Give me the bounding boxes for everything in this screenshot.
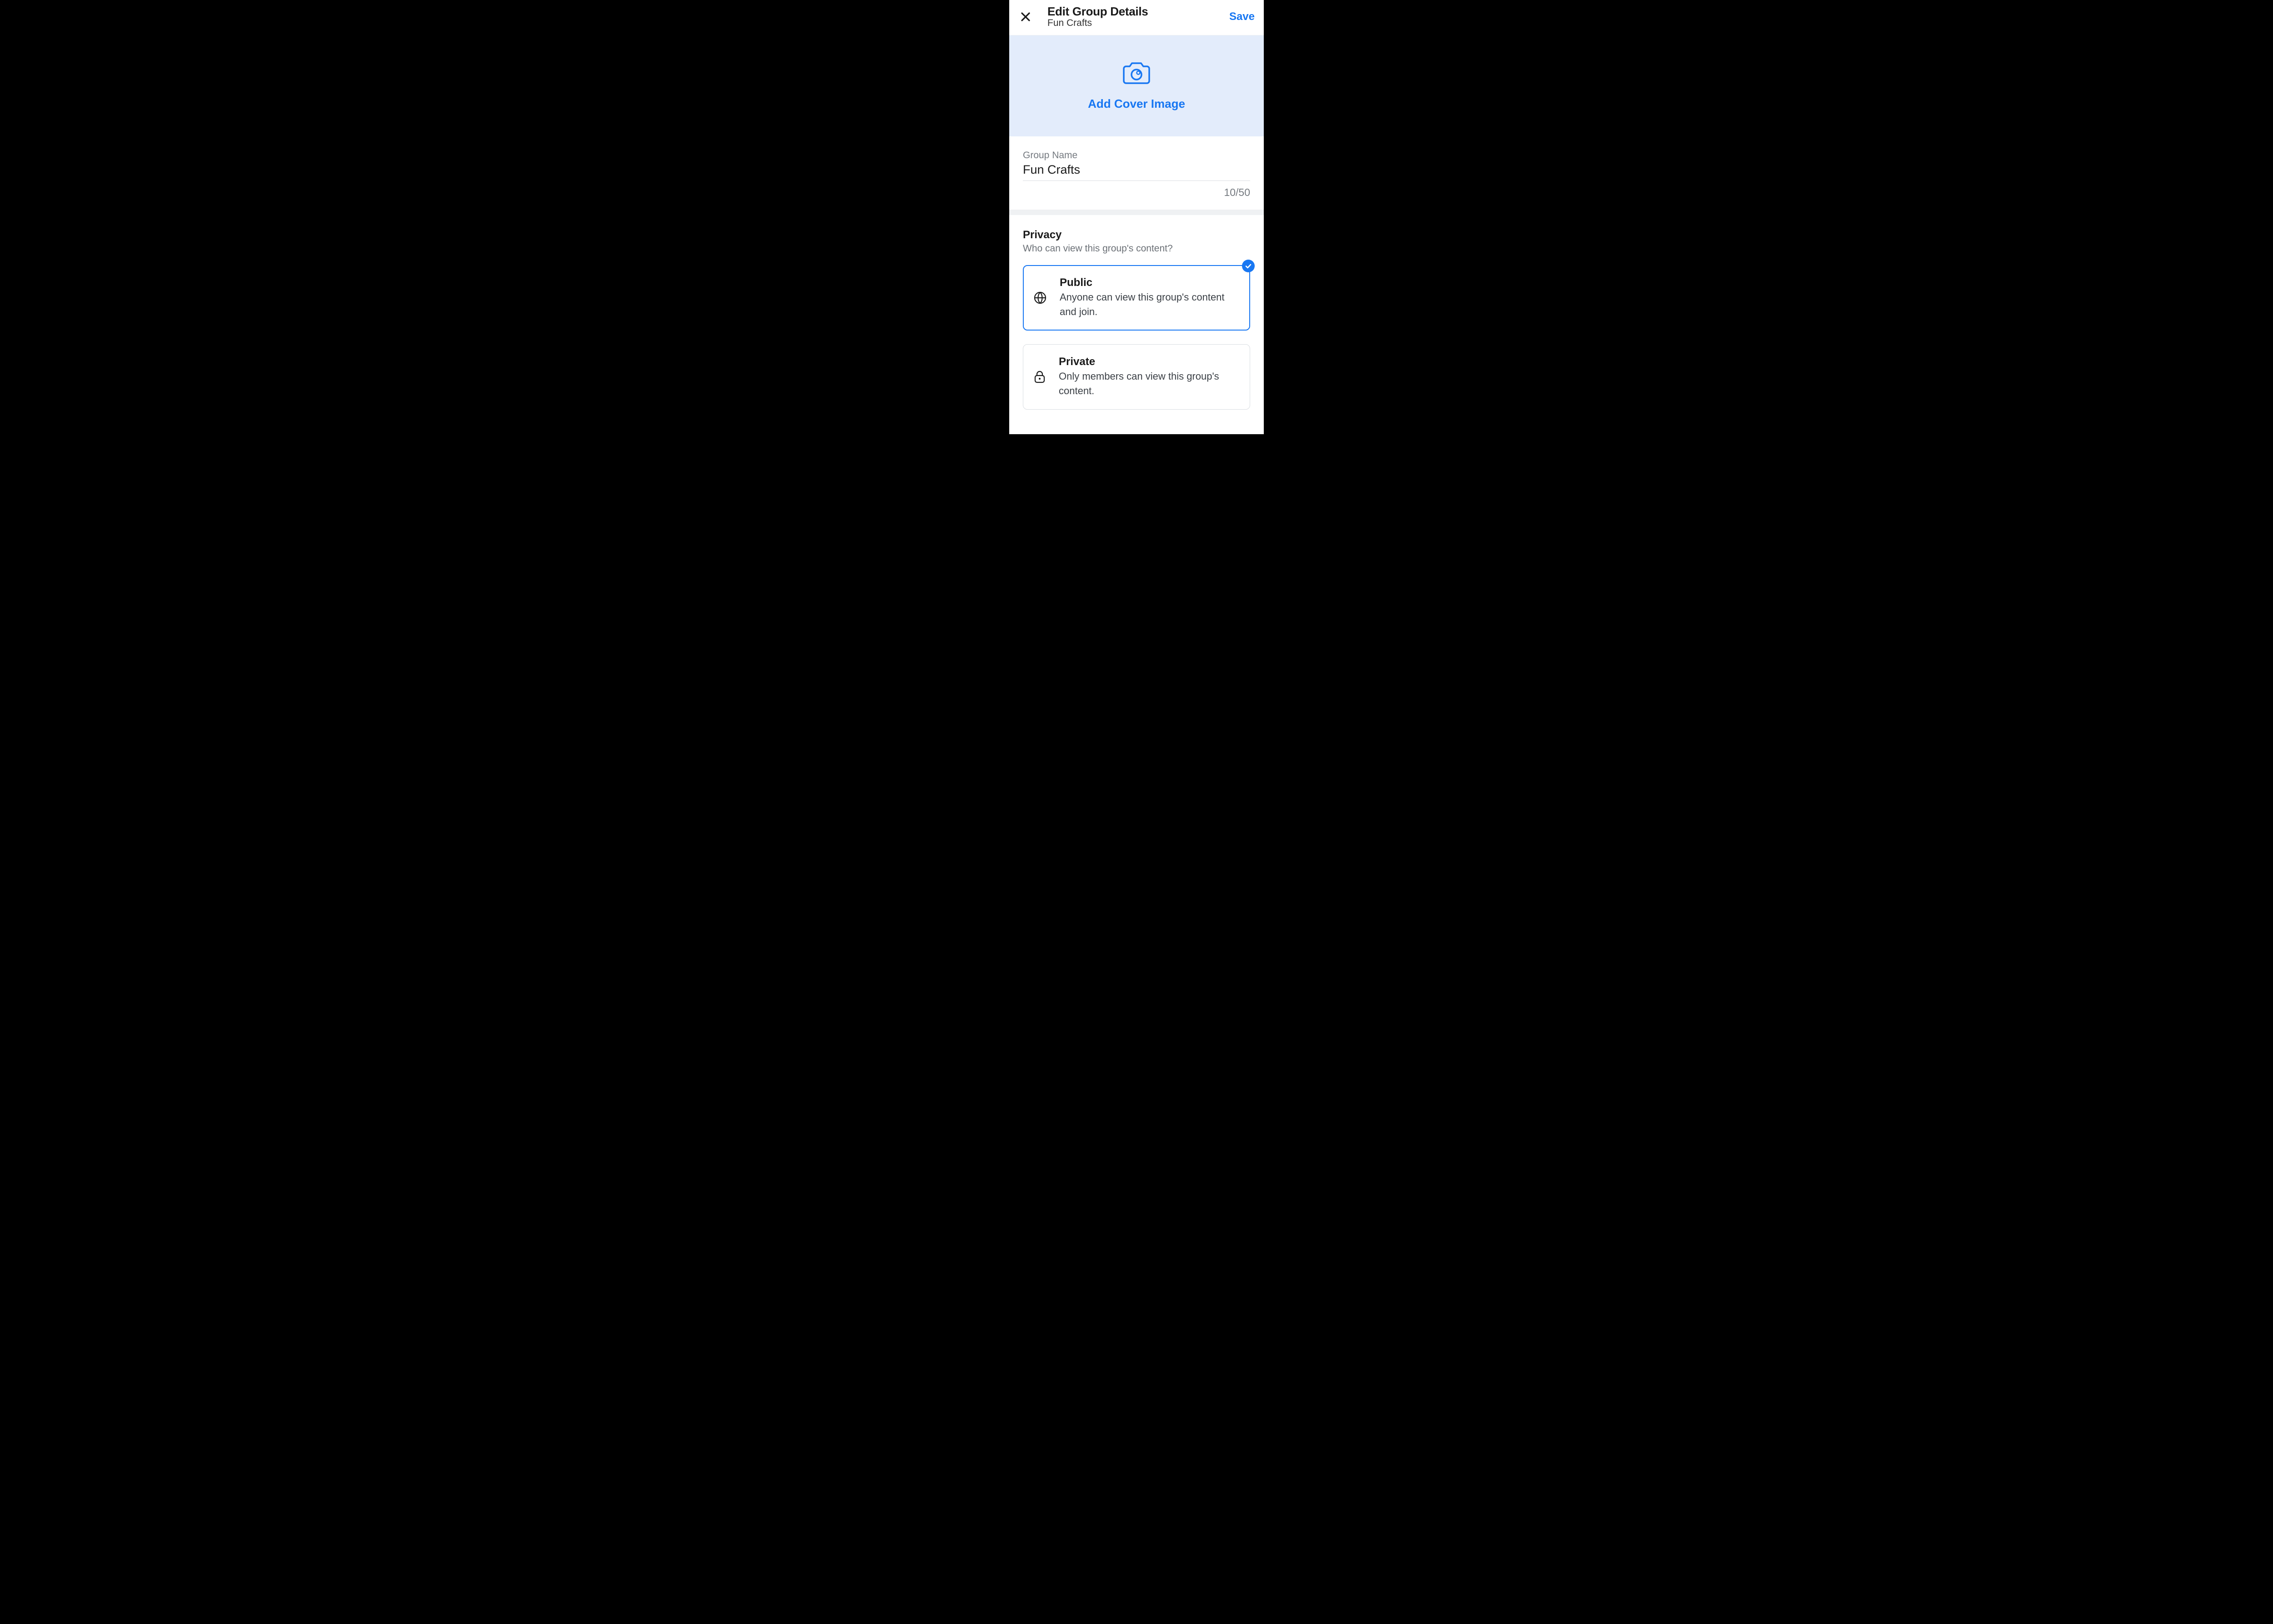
- privacy-heading: Privacy: [1023, 229, 1250, 241]
- selected-check-badge: [1242, 260, 1255, 272]
- group-name-label: Group Name: [1023, 150, 1250, 161]
- privacy-option-private-desc: Only members can view this group's conte…: [1059, 369, 1240, 398]
- privacy-option-private[interactable]: Private Only members can view this group…: [1023, 344, 1250, 410]
- group-name-section: Group Name 10/50: [1009, 136, 1264, 210]
- add-cover-label: Add Cover Image: [1088, 97, 1185, 111]
- privacy-option-public[interactable]: Public Anyone can view this group's cont…: [1023, 265, 1250, 331]
- privacy-option-public-title: Public: [1060, 276, 1240, 289]
- modal-subtitle: Fun Crafts: [1047, 18, 1228, 29]
- save-button[interactable]: Save: [1228, 8, 1256, 26]
- privacy-section: Privacy Who can view this group's conten…: [1009, 215, 1264, 434]
- group-name-input[interactable]: [1023, 162, 1250, 181]
- privacy-option-private-text: Private Only members can view this group…: [1059, 356, 1240, 398]
- group-name-counter: 10/50: [1023, 186, 1250, 199]
- lock-icon: [1033, 370, 1046, 384]
- privacy-subheading: Who can view this group's content?: [1023, 243, 1250, 254]
- camera-icon: [1122, 61, 1151, 87]
- modal-header: Edit Group Details Fun Crafts Save: [1009, 0, 1264, 35]
- globe-icon: [1033, 291, 1047, 305]
- add-cover-button[interactable]: Add Cover Image: [1009, 35, 1264, 136]
- privacy-option-public-desc: Anyone can view this group's content and…: [1060, 290, 1240, 319]
- section-divider: [1009, 210, 1264, 215]
- privacy-option-private-title: Private: [1059, 356, 1240, 368]
- check-icon: [1245, 262, 1252, 270]
- header-titles: Edit Group Details Fun Crafts: [1047, 5, 1228, 29]
- close-icon: [1020, 11, 1031, 22]
- modal-title: Edit Group Details: [1047, 5, 1228, 19]
- privacy-option-public-text: Public Anyone can view this group's cont…: [1060, 276, 1240, 319]
- edit-group-modal: Edit Group Details Fun Crafts Save Add C…: [1009, 0, 1264, 434]
- close-button[interactable]: [1017, 9, 1034, 25]
